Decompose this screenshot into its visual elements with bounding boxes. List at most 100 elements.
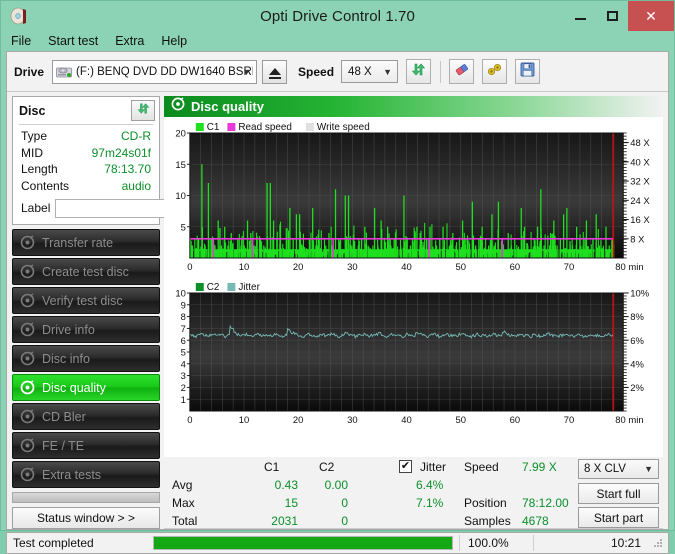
jitter-checkbox[interactable]: ✔ <box>399 460 412 473</box>
disc-key: Contents <box>21 178 70 193</box>
svg-text:Write speed: Write speed <box>317 122 370 133</box>
sidebar-item-fe-te[interactable]: FE / TE <box>12 432 160 459</box>
disc-value: 78:13.70 <box>104 162 151 176</box>
svg-text:5: 5 <box>181 222 186 233</box>
save-button[interactable] <box>515 59 541 84</box>
samples-stat-label: Samples <box>464 514 511 528</box>
write-strategy-value: 8 X CLV <box>584 463 626 475</box>
start-full-button[interactable]: Start full <box>578 483 659 504</box>
save-icon <box>520 62 535 82</box>
disc-value: audio <box>121 178 151 193</box>
disc-row-mid: MID 97m24s01f <box>13 145 159 162</box>
sidebar-item-label: Transfer rate <box>42 235 114 250</box>
stats-row-total-label: Total <box>172 514 198 528</box>
svg-text:10: 10 <box>239 415 250 426</box>
svg-text:16 X: 16 X <box>630 215 650 226</box>
stats-total-c1: 2031 <box>271 514 298 528</box>
erase-button[interactable] <box>449 59 475 84</box>
menu-item-file[interactable]: File <box>11 34 31 48</box>
speed-select[interactable]: 48 X ▼ <box>341 60 399 83</box>
disc-refresh-button[interactable] <box>131 100 155 121</box>
svg-text:60: 60 <box>510 262 521 273</box>
menu-bar: File Start test Extra Help <box>1 31 674 51</box>
minimize-button[interactable] <box>564 1 596 31</box>
menu-item-start-test[interactable]: Start test <box>48 34 98 48</box>
disc-icon <box>20 380 35 395</box>
disc-row-type: Type CD-R <box>13 128 159 145</box>
svg-text:80 min: 80 min <box>615 262 643 273</box>
svg-text:70: 70 <box>564 415 575 426</box>
svg-text:0: 0 <box>187 415 192 426</box>
progress-fill <box>154 537 452 549</box>
stats-max-c2: 0 <box>341 496 348 510</box>
chevron-down-icon: ▼ <box>383 66 393 77</box>
stats-avg-c2: 0.00 <box>324 478 348 492</box>
sidebar-item-label: Extra tests <box>42 467 102 482</box>
refresh-button[interactable] <box>406 59 432 84</box>
svg-text:8%: 8% <box>630 312 644 323</box>
svg-text:0: 0 <box>187 262 192 273</box>
svg-text:2: 2 <box>181 383 186 394</box>
sidebar-item-label: CD Bler <box>42 409 86 424</box>
app-window: Opti Drive Control 1.70 ✕ File Start tes… <box>0 0 675 554</box>
svg-text:50: 50 <box>455 415 466 426</box>
stats-col-c2: C2 <box>319 460 335 474</box>
maximize-button[interactable] <box>596 1 628 31</box>
divider <box>164 528 663 529</box>
sidebar-item-cd-bler[interactable]: CD Bler <box>12 403 160 430</box>
progress-percent: 100.0% <box>459 535 533 551</box>
toolbar-separator <box>440 60 442 83</box>
close-button[interactable]: ✕ <box>628 1 674 31</box>
stats-max-c1: 15 <box>284 496 298 510</box>
eject-button[interactable] <box>262 59 288 84</box>
svg-text:10: 10 <box>175 289 186 300</box>
position-stat-label: Position <box>464 496 507 510</box>
svg-text:8: 8 <box>181 312 186 323</box>
c2-jitter-chart[interactable]: 1 2 3 4 5 6 7 8 9 10 2% 4% 6% 8% 10% 0 10 20 30 40 50 60 70 80 … <box>164 277 663 430</box>
tools-button[interactable] <box>482 59 508 84</box>
disc-key: Length <box>21 162 58 176</box>
svg-text:20: 20 <box>175 129 186 140</box>
start-part-button[interactable]: Start part <box>578 507 659 528</box>
svg-text:C2: C2 <box>207 282 220 293</box>
sidebar-item-create-test-disc[interactable]: Create test disc <box>12 258 160 285</box>
sidebar: Disc Type CD-R MID 97m24s01f Length 78:1… <box>12 96 261 529</box>
disc-info-title: Disc <box>19 103 46 118</box>
sidebar-item-disc-info[interactable]: Disc info <box>12 345 160 372</box>
sidebar-item-transfer-rate[interactable]: Transfer rate <box>12 229 160 256</box>
sidebar-item-extra-tests[interactable]: Extra tests <box>12 461 160 488</box>
window-controls: ✕ <box>564 1 674 31</box>
jitter-label: Jitter <box>420 460 447 474</box>
panel-header: Disc quality <box>164 96 663 117</box>
disc-icon <box>20 235 35 250</box>
title-bar: Opti Drive Control 1.70 ✕ <box>1 1 674 31</box>
stats-total-c2: 0 <box>341 514 348 528</box>
menu-item-extra[interactable]: Extra <box>115 34 144 48</box>
svg-text:9: 9 <box>181 300 186 311</box>
status-bar: Test completed 100.0% 10:21 <box>6 532 669 554</box>
c1-chart[interactable]: 5 10 15 20 8 X 16 X 24 X 32 X 40 X 48 X 0 10 20 30 40 5… <box>164 117 663 277</box>
disc-icon <box>20 322 35 337</box>
disc-label-row: Label <box>13 194 261 220</box>
status-window-button[interactable]: Status window > > <box>12 507 160 529</box>
menu-item-help[interactable]: Help <box>161 34 187 48</box>
drive-icon <box>56 65 72 79</box>
drive-select[interactable]: (F:) BENQ DVD DD DW1640 BSRB ▼ <box>52 59 258 84</box>
svg-text:2%: 2% <box>630 383 644 394</box>
chevron-down-icon: ▼ <box>644 464 653 474</box>
write-strategy-select[interactable]: 8 X CLV ▼ <box>578 459 659 479</box>
svg-text:Read speed: Read speed <box>238 122 292 133</box>
sidebar-item-label: FE / TE <box>42 438 85 453</box>
main-split: Disc Type CD-R MID 97m24s01f Length 78:1… <box>7 92 668 529</box>
svg-text:48 X: 48 X <box>630 138 650 149</box>
tools-icon <box>487 62 503 82</box>
svg-text:80 min: 80 min <box>615 415 643 426</box>
sidebar-item-drive-info[interactable]: Drive info <box>12 316 160 343</box>
resize-grip[interactable] <box>651 536 665 550</box>
disc-value: CD-R <box>121 129 151 143</box>
sidebar-item-disc-quality[interactable]: Disc quality <box>12 374 160 401</box>
sidebar-item-label: Disc quality <box>42 380 106 395</box>
refresh-icon <box>137 102 150 120</box>
svg-text:4%: 4% <box>630 359 644 370</box>
sidebar-item-verify-test-disc[interactable]: Verify test disc <box>12 287 160 314</box>
